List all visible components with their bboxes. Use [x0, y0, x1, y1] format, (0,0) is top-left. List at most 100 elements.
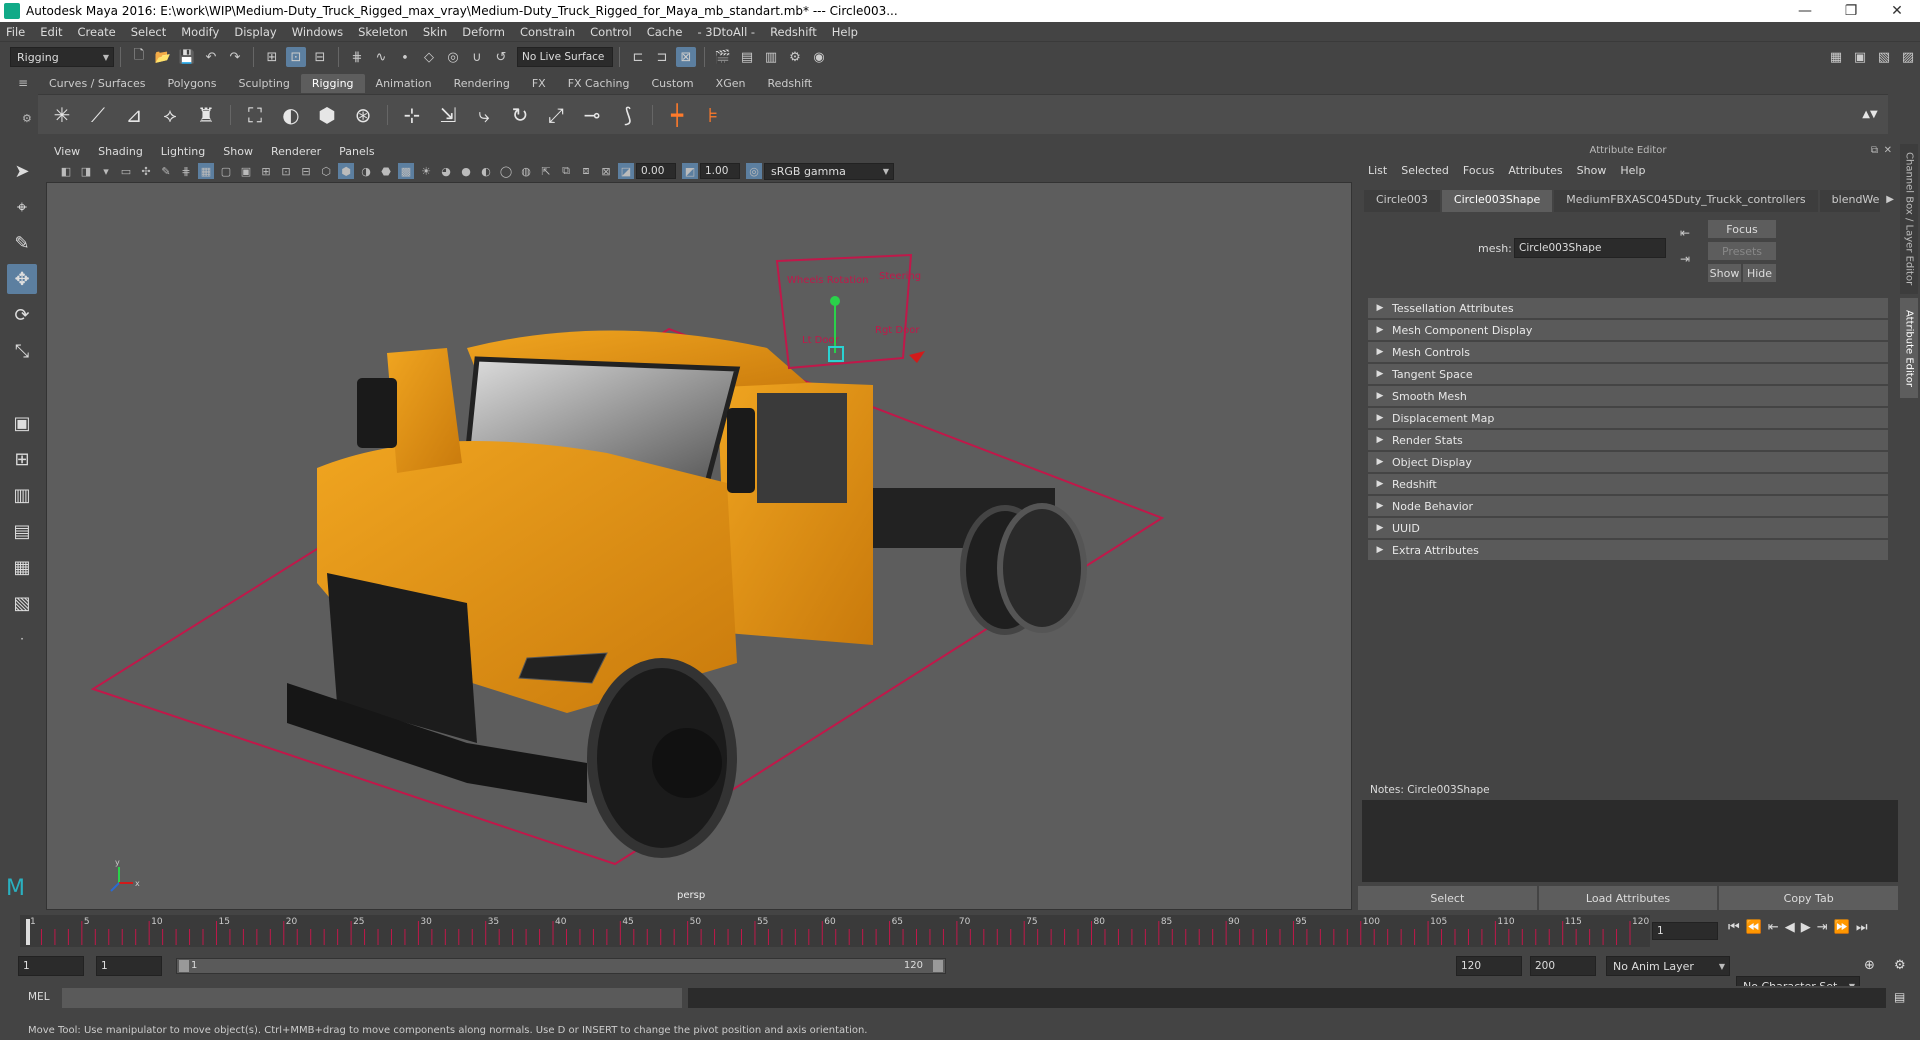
- menu-deform[interactable]: Deform: [462, 25, 505, 39]
- tab-scroll-right-icon[interactable]: ▶: [1882, 190, 1898, 212]
- time-slider[interactable]: 1 5 10 15 20 25 30 35 40 45 50 55 60 65 70 75 80 85 90 95 10…: [20, 915, 1650, 947]
- restore-button[interactable]: ❐: [1828, 3, 1874, 19]
- move-tool-icon[interactable]: ✥: [7, 264, 37, 294]
- shelf-tab-rigging[interactable]: Rigging: [300, 74, 365, 93]
- go-to-output-icon[interactable]: ⇥: [1680, 252, 1690, 266]
- quick-rig-icon[interactable]: ♜: [191, 100, 221, 130]
- select-camera-icon[interactable]: ◧: [58, 163, 74, 179]
- layout-options-icon[interactable]: ·: [7, 624, 37, 654]
- color-space-dropdown[interactable]: sRGB gamma ▼: [764, 162, 894, 180]
- snap-magnet-icon[interactable]: ∪: [467, 47, 487, 67]
- camera-attributes-icon[interactable]: ◨: [78, 163, 94, 179]
- section-displacement-map[interactable]: ▶ Displacement Map: [1368, 408, 1888, 428]
- section-render-stats[interactable]: ▶ Render Stats: [1368, 430, 1888, 450]
- rear-wheel-inner[interactable]: [997, 503, 1087, 633]
- play-forwards-icon[interactable]: ▶: [1801, 920, 1811, 935]
- image-plane-icon[interactable]: ▭: [118, 163, 134, 179]
- section-uuid[interactable]: ▶ UUID: [1368, 518, 1888, 538]
- truck-door-left[interactable]: [387, 348, 462, 473]
- menu-skin[interactable]: Skin: [423, 25, 447, 39]
- shelf-tab-xgen[interactable]: XGen: [705, 74, 757, 93]
- presets-button[interactable]: Presets: [1708, 242, 1776, 260]
- shelf-tab-curves-surfaces[interactable]: Curves / Surfaces: [38, 74, 157, 93]
- minimize-button[interactable]: —: [1782, 3, 1828, 19]
- color-management-icon[interactable]: ◎: [746, 163, 762, 179]
- single-perspective-layout-icon[interactable]: ▣: [7, 408, 37, 438]
- auto-key-icon[interactable]: ⊕: [1864, 958, 1875, 973]
- render-settings-icon[interactable]: ⚙: [785, 47, 805, 67]
- ae-menu-list[interactable]: List: [1368, 164, 1387, 177]
- orient-constraint-icon[interactable]: ↻: [505, 100, 535, 130]
- ik-spline-icon[interactable]: ⟡: [155, 100, 185, 130]
- exposure-field[interactable]: 0.00: [636, 163, 676, 179]
- hypershade-layout-icon[interactable]: ▧: [7, 588, 37, 618]
- menu-windows[interactable]: Windows: [292, 25, 343, 39]
- section-tessellation-attributes[interactable]: ▶ Tessellation Attributes: [1368, 298, 1888, 318]
- mirror-joint-icon[interactable]: ⊧: [698, 100, 728, 130]
- animation-end-field[interactable]: 200: [1530, 956, 1596, 976]
- bind-skin-icon[interactable]: ⛶: [240, 100, 270, 130]
- parent-constraint-icon[interactable]: ⇲: [433, 100, 463, 130]
- output-ops-icon[interactable]: ⊐: [652, 47, 672, 67]
- smooth-bind-icon[interactable]: ◐: [276, 100, 306, 130]
- ae-menu-show[interactable]: Show: [1577, 164, 1607, 177]
- section-object-display[interactable]: ▶ Object Display: [1368, 452, 1888, 472]
- menu-constrain[interactable]: Constrain: [520, 25, 575, 39]
- viewport-menu-panels[interactable]: Panels: [339, 145, 374, 158]
- depth-of-field-icon[interactable]: ◍: [518, 163, 534, 179]
- step-back-key-icon[interactable]: ⏪: [1746, 920, 1762, 935]
- ipr-render-icon[interactable]: ▥: [761, 47, 781, 67]
- load-attributes-button[interactable]: Load Attributes: [1538, 886, 1718, 910]
- section-smooth-mesh[interactable]: ▶ Smooth Mesh: [1368, 386, 1888, 406]
- range-handle-right[interactable]: [933, 960, 943, 972]
- construction-history-icon[interactable]: ⊠: [676, 47, 696, 67]
- shelf-tab-redshift[interactable]: Redshift: [756, 74, 823, 93]
- mel-input[interactable]: [62, 988, 682, 1008]
- section-extra-attributes[interactable]: ▶ Extra Attributes: [1368, 540, 1888, 560]
- motion-blur-icon[interactable]: ◐: [478, 163, 494, 179]
- range-handle-left[interactable]: [179, 960, 189, 972]
- modeling-toolkit-icon[interactable]: ▣: [1850, 47, 1870, 67]
- shelf-menu-icon[interactable]: ≡: [18, 76, 28, 90]
- snap-curve-icon[interactable]: ∿: [371, 47, 391, 67]
- attribute-editor-toggle-icon[interactable]: ▧: [1874, 47, 1894, 67]
- playback-start-field[interactable]: 1: [96, 956, 162, 976]
- menu-modify[interactable]: Modify: [181, 25, 219, 39]
- film-gate-icon[interactable]: ▦: [198, 163, 214, 179]
- go-to-input-icon[interactable]: ⇤: [1680, 226, 1690, 240]
- resolution-gate-icon[interactable]: ▢: [218, 163, 234, 179]
- wireframe-icon[interactable]: ⬡: [318, 163, 334, 179]
- menu-select[interactable]: Select: [131, 25, 166, 39]
- shelf-tab-fx[interactable]: FX: [521, 74, 557, 93]
- wireframe-on-shaded-icon[interactable]: ⬣: [378, 163, 394, 179]
- redo-icon[interactable]: ↷: [225, 47, 245, 67]
- close-panel-icon[interactable]: ✕: [1884, 142, 1892, 160]
- safe-title-icon[interactable]: ⊟: [298, 163, 314, 179]
- select-tool-icon[interactable]: ➤: [7, 156, 37, 186]
- menu-create[interactable]: Create: [78, 25, 116, 39]
- step-back-frame-icon[interactable]: ⇤: [1768, 920, 1779, 935]
- ik-handle-icon[interactable]: ⊿: [119, 100, 149, 130]
- shelf-tab-rendering[interactable]: Rendering: [443, 74, 521, 93]
- snap-point-icon[interactable]: ∙: [395, 47, 415, 67]
- lasso-tool-icon[interactable]: ⌖: [7, 192, 37, 222]
- channel-box-side-tab[interactable]: Channel Box / Layer Editor: [1900, 144, 1918, 294]
- gate-mask-icon[interactable]: ▣: [238, 163, 254, 179]
- play-backwards-icon[interactable]: ◀: [1785, 920, 1795, 935]
- menu-redshift[interactable]: Redshift: [770, 25, 817, 39]
- four-view-layout-icon[interactable]: ⊞: [7, 444, 37, 474]
- range-slider[interactable]: 1 120: [176, 958, 946, 974]
- select-component-icon[interactable]: ⊟: [310, 47, 330, 67]
- viewport-menu-view[interactable]: View: [54, 145, 80, 158]
- mesh-name-field[interactable]: Circle003Shape: [1514, 238, 1666, 258]
- viewport-menu-show[interactable]: Show: [223, 145, 253, 158]
- menu-edit[interactable]: Edit: [40, 25, 62, 39]
- new-scene-icon[interactable]: 🗋: [129, 47, 149, 67]
- ae-tab-blendweighted[interactable]: blendWeighte: [1819, 190, 1881, 212]
- xray-joints-icon[interactable]: ⧈: [578, 163, 594, 179]
- add-influence-icon[interactable]: ┿: [662, 100, 692, 130]
- workspace-layout-icon[interactable]: ▦: [1826, 47, 1846, 67]
- scale-constraint-icon[interactable]: ⤢: [541, 100, 571, 130]
- menu-help[interactable]: Help: [832, 25, 858, 39]
- ae-menu-attributes[interactable]: Attributes: [1508, 164, 1562, 177]
